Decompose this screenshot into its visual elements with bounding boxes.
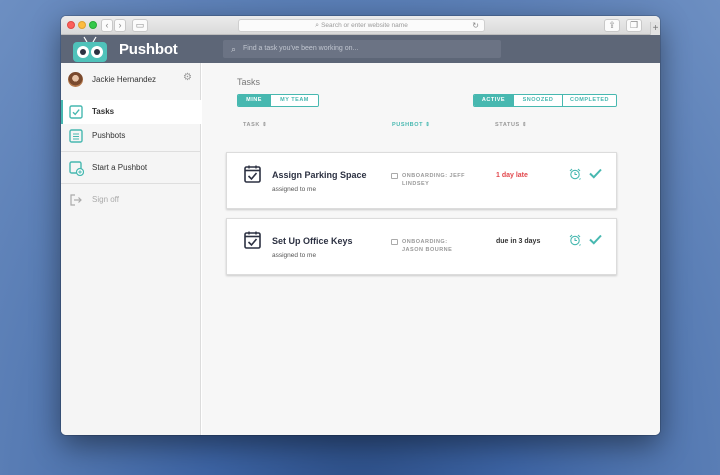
task-search-input[interactable]: ⌕ Find a task you've been working on... [223,40,501,58]
user-profile[interactable]: Jackie Hernandez ⚙ [61,63,201,96]
main-content: Tasks MINE MY TEAM ACTIVE SNOOZED COMPLE… [202,63,660,435]
column-header-status[interactable]: STATUS ⇕ [495,122,527,128]
task-card[interactable]: Set Up Office Keys assigned to me ONBOAR… [226,218,617,275]
forward-icon[interactable]: › [114,19,126,32]
column-header-label: TASK [243,122,260,128]
pushbot-logo-icon [73,36,107,62]
minimize-window-button[interactable] [78,21,86,29]
sidebar-item-label: Sign off [92,195,119,204]
gear-icon[interactable]: ⚙ [183,72,192,83]
task-status: 1 day late [496,172,528,179]
sort-icon: ⇕ [425,122,431,128]
brand-name[interactable]: Pushbot [119,41,178,58]
back-icon[interactable]: ‹ [101,19,113,32]
column-header-task[interactable]: TASK ⇕ [243,122,267,128]
task-pushbot-line: JASON BOURNE [402,247,453,253]
search-icon: ⌕ [231,44,237,54]
address-placeholder: Search or enter website name [321,22,408,29]
filter-snoozed[interactable]: SNOOZED [513,95,562,106]
task-check-icon [69,105,83,119]
sign-off-icon [70,194,82,206]
filter-my-team[interactable]: MY TEAM [270,95,318,106]
state-filter: ACTIVE SNOOZED COMPLETED [473,94,617,107]
snooze-alarm-icon[interactable]: z [569,234,582,246]
snooze-alarm-icon[interactable]: z [569,168,582,180]
task-assignee: assigned to me [272,252,317,259]
sort-icon: ⇕ [521,122,528,128]
task-pushbot-line: ONBOARDING: JEFF [402,173,465,179]
close-window-button[interactable] [67,21,75,29]
filter-mine[interactable]: MINE [238,95,270,106]
column-header-label: STATUS [495,122,520,128]
sidebar-item-label: Pushbots [92,131,126,140]
svg-text:z: z [579,176,581,180]
column-header-label: PUSHBOT [392,122,424,128]
task-calendar-icon [244,231,261,249]
browser-toolbar: ‹ › ▭ ⌕ Search or enter website name ↻ ⇪ … [61,16,660,35]
filter-completed[interactable]: COMPLETED [562,95,616,106]
task-calendar-icon [244,165,261,183]
task-pushbot[interactable]: ONBOARDING: JEFF LINDSEY [402,172,480,188]
list-icon [69,129,83,143]
tabs-overview-icon[interactable]: ❐ [626,19,642,32]
sidebar-item-tasks[interactable]: Tasks [61,100,201,124]
sidebar-item-pushbots[interactable]: Pushbots [61,124,201,148]
task-pushbot-line: LINDSEY [402,181,430,187]
pushbot-icon [391,173,398,179]
task-pushbot[interactable]: ONBOARDING: JASON BOURNE [402,238,480,254]
browser-window: ‹ › ▭ ⌕ Search or enter website name ↻ ⇪ … [61,16,660,435]
add-pushbot-icon [69,161,84,176]
filter-active[interactable]: ACTIVE [474,95,513,106]
zoom-window-button[interactable] [89,21,97,29]
share-icon[interactable]: ⇪ [604,19,620,32]
address-bar[interactable]: ⌕ Search or enter website name ↻ [238,19,485,32]
task-title[interactable]: Set Up Office Keys [272,236,353,246]
pushbot-icon [391,239,398,245]
sidebar: Jackie Hernandez ⚙ Tasks Pushbots Start … [61,63,201,435]
sort-icon: ⇕ [262,122,268,128]
task-pushbot-line: ONBOARDING: [402,239,448,245]
complete-check-icon[interactable] [589,168,602,179]
column-header-pushbot[interactable]: PUSHBOT ⇕ [392,122,430,128]
owner-filter: MINE MY TEAM [237,94,319,107]
task-card[interactable]: Assign Parking Space assigned to me ONBO… [226,152,617,209]
avatar [68,72,83,87]
sidebar-item-sign-off[interactable]: Sign off [61,188,201,212]
sidebar-item-start-pushbot[interactable]: Start a Pushbot [61,156,201,180]
sidebar-divider [61,151,200,152]
sidebar-item-label: Tasks [92,107,115,116]
app-header: Pushbot ⌕ Find a task you've been workin… [61,35,660,63]
task-status: due in 3 days [496,238,541,245]
task-title[interactable]: Assign Parking Space [272,170,367,180]
search-icon: ⌕ [315,22,320,29]
complete-check-icon[interactable] [589,234,602,245]
sidebar-item-label: Start a Pushbot [92,163,148,172]
task-assignee: assigned to me [272,186,317,193]
search-placeholder: Find a task you've been working on... [243,45,359,52]
svg-text:z: z [579,242,581,246]
reload-icon[interactable]: ↻ [472,20,479,31]
sidebar-toggle-icon[interactable]: ▭ [132,19,148,32]
sidebar-divider [61,183,200,184]
new-tab-button[interactable]: + [650,22,660,35]
page-title: Tasks [237,77,261,87]
user-name: Jackie Hernandez [92,75,157,84]
